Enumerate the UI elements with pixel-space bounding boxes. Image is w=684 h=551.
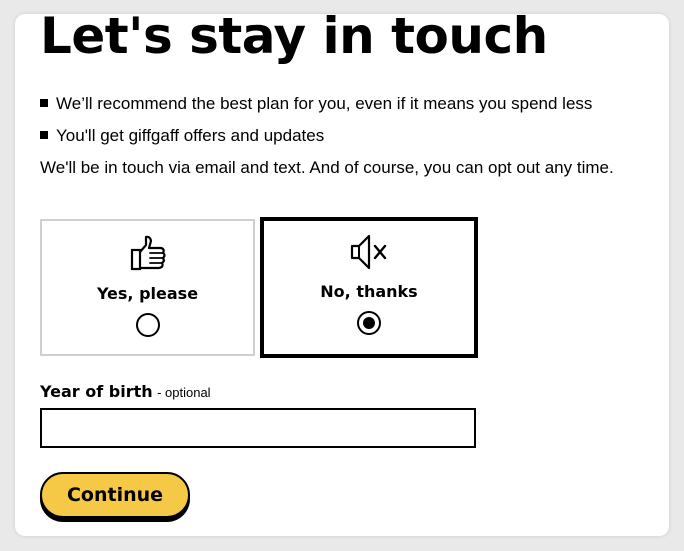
yes-please-radio[interactable]	[135, 313, 160, 337]
no-thanks-radio[interactable]	[357, 311, 381, 335]
list-item: You'll get giffgaff offers and updates	[40, 124, 592, 156]
opt-in-card: Let's stay in touch We’ll recommend the …	[15, 14, 669, 536]
list-item-text: You'll get giffgaff offers and updates	[56, 126, 325, 145]
benefits-list: We’ll recommend the best plan for you, e…	[40, 92, 592, 156]
contact-info-text: We'll be in touch via email and text. An…	[40, 158, 614, 177]
bullet-square-icon	[40, 131, 48, 139]
mute-speaker-icon	[350, 234, 387, 270]
yes-please-label: Yes, please	[96, 284, 199, 303]
no-thanks-label: No, thanks	[320, 282, 418, 301]
optional-note: - optional	[157, 385, 211, 400]
no-thanks-option[interactable]: No, thanks	[260, 217, 478, 358]
bullet-square-icon	[40, 99, 48, 107]
thumbs-up-icon	[130, 235, 166, 271]
year-of-birth-input[interactable]	[40, 408, 476, 448]
list-item: We’ll recommend the best plan for you, e…	[40, 92, 592, 124]
year-of-birth-label: Year of birth - optional	[40, 382, 211, 403]
yes-please-option[interactable]: Yes, please	[40, 219, 255, 356]
year-of-birth-title: Year of birth	[40, 382, 153, 401]
radio-selected-dot	[363, 317, 375, 329]
continue-button[interactable]: Continue	[40, 472, 190, 518]
page-title: Let's stay in touch	[40, 14, 548, 65]
list-item-text: We’ll recommend the best plan for you, e…	[56, 94, 593, 113]
